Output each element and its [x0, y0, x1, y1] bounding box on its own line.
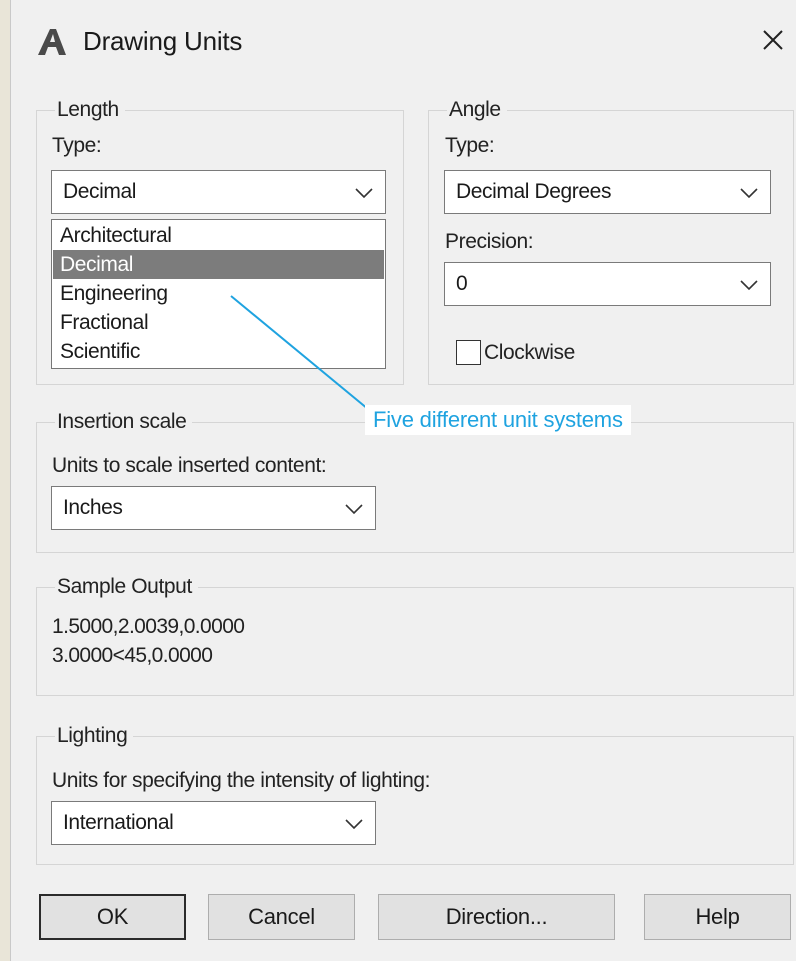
ok-button[interactable]: OK	[39, 894, 186, 940]
sample-output-legend: Sample Output	[55, 573, 198, 601]
length-type-dropdown[interactable]: Decimal	[51, 170, 386, 214]
sample-output-line-1: 1.5000,2.0039,0.0000	[52, 615, 245, 638]
precision-label: Precision:	[445, 230, 534, 253]
angle-type-value: Decimal Degrees	[456, 180, 612, 203]
title-bar: Drawing Units	[11, 0, 796, 82]
insertion-units-value: Inches	[63, 496, 123, 519]
lighting-units-label: Units for specifying the intensity of li…	[52, 769, 431, 792]
close-icon[interactable]	[753, 20, 793, 60]
lighting-legend: Lighting	[55, 722, 134, 750]
insertion-units-label: Units to scale inserted content:	[52, 454, 327, 477]
help-button[interactable]: Help	[644, 894, 791, 940]
length-legend: Length	[55, 96, 125, 124]
callout-label: Five different unit systems	[365, 405, 631, 435]
chevron-down-icon	[345, 819, 363, 830]
option-engineering[interactable]: Engineering	[53, 279, 384, 308]
clockwise-label: Clockwise	[484, 341, 575, 364]
drawing-units-dialog: Drawing Units Length Type: Decimal Archi…	[10, 0, 796, 961]
cancel-button[interactable]: Cancel	[208, 894, 355, 940]
precision-value: 0	[456, 272, 468, 295]
chevron-down-icon	[740, 280, 758, 291]
lighting-units-value: International	[63, 811, 174, 834]
angle-legend: Angle	[447, 96, 507, 124]
chevron-down-icon	[355, 188, 373, 199]
lighting-units-dropdown[interactable]: International	[51, 801, 376, 845]
sample-output-group: Sample Output	[36, 573, 794, 696]
precision-dropdown[interactable]: 0	[444, 262, 771, 306]
chevron-down-icon	[345, 504, 363, 515]
insertion-units-dropdown[interactable]: Inches	[51, 486, 376, 530]
chevron-down-icon	[740, 188, 758, 199]
length-type-listbox: Architectural Decimal Engineering Fracti…	[51, 219, 386, 369]
option-architectural[interactable]: Architectural	[53, 221, 384, 250]
length-type-value: Decimal	[63, 180, 137, 203]
sample-output-line-2: 3.0000<45,0.0000	[52, 644, 213, 667]
angle-type-dropdown[interactable]: Decimal Degrees	[444, 170, 771, 214]
angle-type-label: Type:	[445, 134, 495, 157]
insertion-scale-legend: Insertion scale	[55, 408, 193, 436]
dialog-title: Drawing Units	[83, 26, 243, 56]
option-fractional[interactable]: Fractional	[53, 308, 384, 337]
clockwise-checkbox[interactable]	[456, 340, 481, 365]
autocad-a-logo-icon	[38, 29, 66, 55]
option-decimal[interactable]: Decimal	[53, 250, 384, 279]
option-scientific[interactable]: Scientific	[53, 337, 384, 366]
direction-button[interactable]: Direction...	[378, 894, 615, 940]
length-type-label: Type:	[52, 134, 102, 157]
